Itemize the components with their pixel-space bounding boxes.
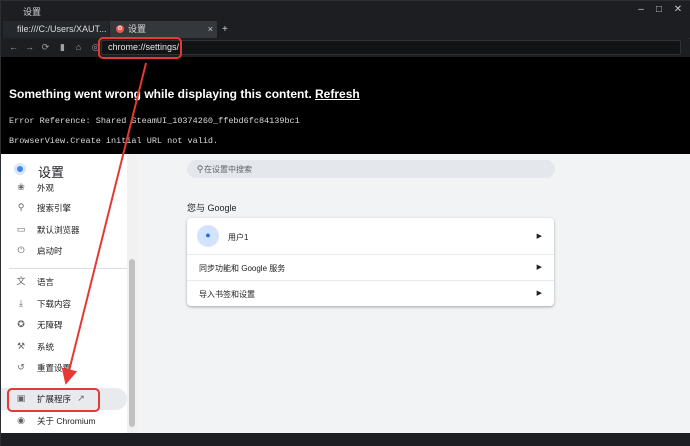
person-icon: ● (205, 230, 211, 240)
address-text: chrome://settings/ (108, 42, 180, 52)
settings-page: 设置 ❀ 外观 ⚲ 搜索引擎 ▭ 默认浏览器 ⏻ 启动时 文 语言 ⤓ 下载内容… (1, 154, 690, 433)
settings-favicon-icon: ⚙ (116, 25, 124, 33)
forward-icon[interactable]: → (23, 41, 36, 54)
download-icon: ⤓ (19, 298, 23, 308)
sidebar-item-system[interactable]: ⚒ 系统 (1, 336, 127, 358)
reload-icon[interactable]: ⟳ (39, 41, 52, 54)
wrench-icon: ⚒ (16, 341, 26, 351)
translate-icon: 文 (16, 276, 26, 286)
sidebar-item-label: 语言 (37, 277, 55, 287)
tab-file[interactable]: file:///C:/Users/XAUT... (3, 21, 109, 38)
sidebar-item-search-engine[interactable]: ⚲ 搜索引擎 (1, 197, 127, 219)
sidebar-divider (9, 268, 127, 269)
sidebar-item-appearance[interactable]: ❀ 外观 (1, 177, 127, 199)
sidebar-item-reset[interactable]: ↺ 重置设置 (1, 357, 127, 379)
sidebar-item-about[interactable]: ◉ 关于 Chromium (1, 410, 127, 432)
sidebar-item-extensions[interactable]: ▣ 扩展程序 ↗ (1, 388, 127, 410)
window-bottom-strip (1, 433, 690, 446)
home-icon[interactable]: ⌂ (72, 41, 85, 54)
sidebar-item-on-startup[interactable]: ⏻ 启动时 (1, 240, 127, 262)
power-icon: ⏻ (17, 245, 25, 255)
extension-icon: ▣ (16, 393, 26, 403)
sidebar-item-label: 重置设置 (37, 363, 72, 373)
sidebar-item-downloads[interactable]: ⤓ 下载内容 (1, 293, 127, 315)
window-title: 设置 (23, 7, 42, 17)
section-title: 您与 Google (187, 203, 237, 213)
search-placeholder: 在设置中搜索 (204, 165, 252, 174)
sidebar-item-label: 默认浏览器 (37, 225, 80, 235)
error-reference: Error Reference: Shared SteamUI_10374260… (9, 116, 300, 126)
refresh-link[interactable]: Refresh (315, 87, 360, 101)
tab-label: 设置 (128, 24, 147, 34)
error-heading-text: Something went wrong while displaying th… (9, 87, 316, 101)
error-panel: Something went wrong while displaying th… (1, 57, 690, 154)
address-bar[interactable]: chrome://settings/ (101, 40, 681, 55)
chevron-right-icon: ▶ (536, 233, 542, 240)
sidebar-item-label: 无障碍 (37, 320, 63, 330)
tab-close-icon[interactable]: × (208, 21, 213, 38)
palette-icon: ❀ (17, 182, 25, 192)
error-heading: Something went wrong while displaying th… (9, 87, 360, 101)
sidebar-item-label: 系统 (37, 342, 55, 352)
sidebar-item-label: 下载内容 (37, 299, 72, 309)
settings-sidebar: 设置 ❀ 外观 ⚲ 搜索引擎 ▭ 默认浏览器 ⏻ 启动时 文 语言 ⤓ 下载内容… (1, 154, 137, 433)
minimize-icon[interactable]: – (634, 3, 648, 17)
chromium-logo-icon (14, 163, 26, 175)
sidebar-item-accessibility[interactable]: ✪ 无障碍 (1, 314, 127, 336)
close-icon[interactable]: ✕ (671, 3, 685, 17)
chevron-right-icon: ▶ (536, 264, 542, 271)
settings-search-input[interactable]: ⚲ 在设置中搜索 (187, 160, 555, 178)
chevron-right-icon: ▶ (536, 290, 542, 297)
row-label: 同步功能和 Google 服务 (199, 264, 286, 273)
sidebar-item-languages[interactable]: 文 语言 (1, 271, 127, 293)
row-label: 导入书签和设置 (199, 290, 255, 299)
browser-window: 设置 – □ ✕ file:///C:/Users/XAUT... ⚙ 设置 ×… (0, 0, 690, 446)
search-icon: ⚲ (17, 202, 25, 212)
row-label: 用户1 (228, 233, 249, 242)
sidebar-item-default-browser[interactable]: ▭ 默认浏览器 (1, 219, 127, 241)
tab-label: file:///C:/Users/XAUT... (17, 24, 107, 34)
toolbar: ← → ⟳ ▮ ⌂ ◎ chrome://settings/ (1, 39, 690, 57)
card-row-import[interactable]: 导入书签和设置 ▶ (187, 281, 554, 306)
bookmark-icon[interactable]: ▮ (56, 41, 69, 54)
card-row-profile[interactable]: ● 用户1 ▶ (187, 218, 554, 254)
reset-icon: ↺ (17, 362, 25, 372)
card-row-sync[interactable]: 同步功能和 Google 服务 ▶ (187, 255, 554, 280)
back-icon[interactable]: ← (7, 41, 20, 54)
sidebar-item-label: 扩展程序 (37, 394, 72, 404)
accessibility-icon: ✪ (17, 319, 25, 329)
tab-settings[interactable]: ⚙ 设置 × (110, 21, 217, 38)
sidebar-item-label: 关于 Chromium (37, 416, 96, 426)
maximize-icon[interactable]: □ (652, 3, 666, 17)
new-tab-button[interactable]: + (222, 21, 228, 38)
sidebar-scrollbar[interactable] (127, 154, 137, 433)
error-message: BrowserView.Create initial URL not valid… (9, 136, 219, 146)
sidebar-item-label: 搜索引擎 (37, 203, 72, 213)
avatar: ● (197, 225, 219, 247)
you-and-google-card: ● 用户1 ▶ 同步功能和 Google 服务 ▶ 导入书签和设置 ▶ (187, 218, 554, 306)
chromium-logo-icon: ◉ (17, 415, 25, 425)
title-bar: 设置 – □ ✕ (1, 1, 690, 21)
scrollbar-thumb[interactable] (129, 259, 135, 427)
tab-bar: file:///C:/Users/XAUT... ⚙ 设置 × + (1, 21, 690, 38)
open-in-new-icon: ↗ (77, 393, 85, 403)
browser-icon: ▭ (16, 224, 26, 234)
sidebar-item-label: 外观 (37, 183, 55, 193)
sidebar-item-label: 启动时 (37, 246, 63, 256)
